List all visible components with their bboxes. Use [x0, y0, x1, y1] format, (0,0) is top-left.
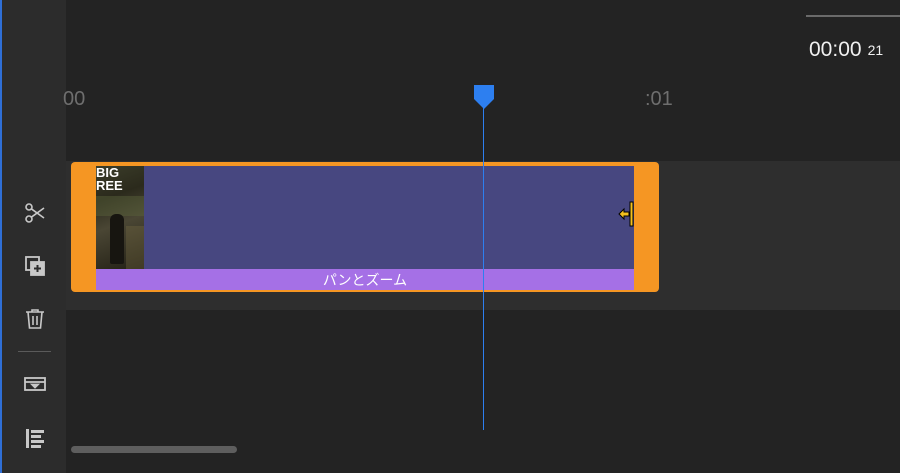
thumbnail-title: BIG REE — [96, 166, 144, 192]
trim-cursor-icon[interactable] — [617, 201, 635, 227]
timeline-panel: 00:00 21 00 :01 BIG REE パンとズーム — [0, 0, 900, 473]
duplicate-add-icon[interactable] — [21, 252, 49, 280]
timecode-frames: 21 — [867, 42, 884, 58]
timecode-main: 00:00 — [809, 38, 862, 61]
horizontal-scrollbar[interactable] — [71, 446, 237, 453]
current-timecode: 00:00 21 — [809, 38, 883, 62]
align-left-icon[interactable] — [21, 424, 49, 452]
ruler-mark-label: :01 — [645, 88, 673, 110]
track-collapse-icon[interactable] — [21, 370, 49, 398]
effect-label: パンとズーム — [322, 271, 408, 288]
thumbnail-foliage-right — [126, 226, 144, 269]
pan-zoom-effect-bar[interactable]: パンとズーム — [96, 269, 634, 290]
playhead-line — [483, 102, 484, 430]
timeline-toolbar — [2, 0, 66, 473]
thumbnail-title-line2: REE — [96, 178, 123, 193]
ruler-start-label: 00 — [63, 88, 86, 110]
scissors-icon[interactable] — [21, 199, 49, 227]
header-rule — [806, 15, 900, 17]
playhead-handle-icon[interactable] — [473, 84, 495, 110]
clip-body[interactable] — [96, 166, 634, 269]
toolbar-divider — [18, 351, 51, 352]
trash-icon[interactable] — [21, 305, 49, 333]
thumbnail-figure — [110, 214, 124, 264]
thumbnail-foliage — [96, 196, 144, 216]
